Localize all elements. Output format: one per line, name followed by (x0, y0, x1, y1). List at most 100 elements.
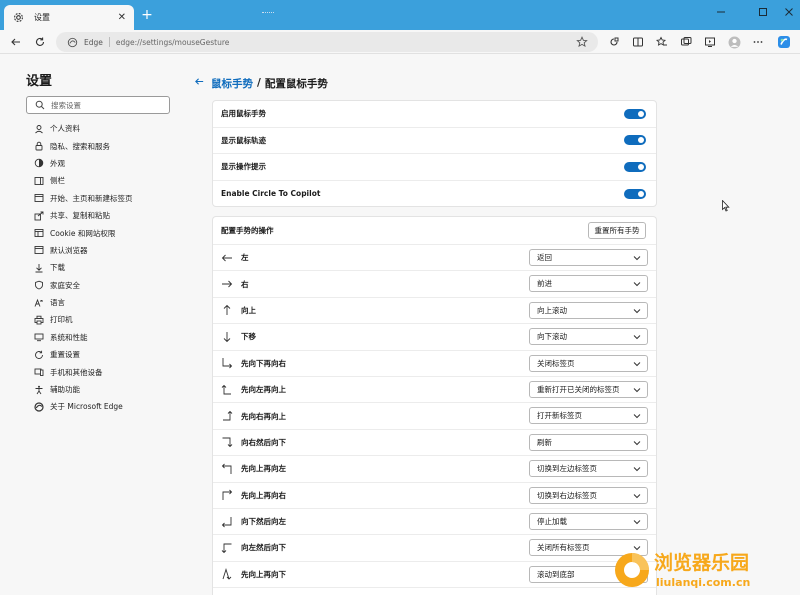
gesture-action-value: 刷新 (537, 437, 552, 447)
sidebar-item-label: 系统和性能 (50, 332, 88, 342)
gesture-row: 先向左再向上 重新打开已关闭的标签页 (213, 377, 656, 404)
sidebar-item[interactable]: 手机和其他设备 (26, 363, 176, 380)
sidebar-item-label: 默认浏览器 (50, 245, 88, 255)
sidebar-item-label: 下载 (50, 263, 65, 273)
watermark-logo-icon (612, 550, 652, 590)
mouse-cursor-icon (722, 199, 730, 212)
toggle-switch[interactable] (624, 108, 646, 119)
more-options-icon[interactable] (750, 34, 766, 50)
back-arrow-icon[interactable] (8, 34, 24, 50)
reset-icon (34, 350, 44, 360)
sidebar-item[interactable]: 外观 (26, 155, 176, 172)
copilot-icon[interactable] (776, 34, 792, 50)
language-icon (34, 298, 44, 308)
sidebar-item[interactable]: 辅助功能 (26, 381, 176, 398)
home-icon (34, 193, 44, 203)
gesture-action-select[interactable]: 关闭标签页 (529, 354, 648, 372)
sidebar-item[interactable]: 家庭安全 (26, 277, 176, 294)
down-right-icon (221, 357, 233, 369)
back-arrow-icon[interactable] (194, 76, 205, 90)
address-url[interactable]: edge://settings/mouseGesture (116, 38, 230, 47)
arrow-up-icon (221, 304, 233, 316)
sidebar-item-label: 侧栏 (50, 176, 65, 186)
sidebar-item-label: 手机和其他设备 (50, 367, 103, 377)
up-right-icon (221, 489, 233, 501)
gesture-action-select[interactable]: 返回 (529, 249, 648, 266)
tab-settings[interactable]: 设置 ✕ (4, 5, 134, 30)
favorite-star-icon[interactable] (576, 36, 588, 48)
page-title: 配置鼠标手势 (264, 77, 328, 90)
sidebar-item-label: 关于 Microsoft Edge (50, 402, 123, 412)
chevron-down-icon (633, 280, 641, 288)
screenshot-icon[interactable] (702, 34, 718, 50)
left-up-icon (221, 384, 233, 396)
watermark-en-text: liulanqi.com.cn (656, 576, 751, 589)
plus-icon[interactable]: + (140, 8, 154, 22)
gesture-row: 向上 向上滚动 (213, 298, 656, 325)
sidebar-item-label: 外观 (50, 158, 65, 168)
accessibility-icon (34, 385, 44, 395)
sidebar-item[interactable]: 开始、主页和新建标签页 (26, 190, 176, 207)
chevron-down-icon (633, 492, 641, 500)
gesture-action-select[interactable]: 停止加载 (529, 512, 648, 530)
gesture-action-select[interactable]: 打开新标签页 (529, 407, 648, 425)
gesture-action-select[interactable]: 切换到左边标签页 (529, 460, 648, 478)
gesture-action-value: 关闭标签页 (537, 358, 575, 368)
gesture-action-select[interactable]: 刷新 (529, 433, 648, 451)
chevron-down-icon (633, 307, 641, 315)
gesture-action-select[interactable]: 向下滚动 (529, 328, 648, 346)
sidebar-item[interactable]: 关于 Microsoft Edge (26, 398, 176, 415)
gear-icon (12, 12, 24, 24)
address-bar[interactable]: Edge edge://settings/mouseGesture (56, 32, 598, 52)
sidebar-item[interactable]: 重置设置 (26, 346, 176, 363)
sidebar-item[interactable]: Cookie 和网站权限 (26, 224, 176, 241)
chevron-down-icon (633, 412, 641, 420)
toggle-switch[interactable] (624, 188, 646, 199)
search-input[interactable]: 搜索设置 (26, 96, 170, 114)
gesture-action-select[interactable]: 切换到右边标签页 (529, 486, 648, 504)
chevron-down-icon (633, 254, 641, 262)
system-icon (34, 332, 44, 342)
gesture-action-select[interactable]: 向上滚动 (529, 301, 648, 319)
phone-icon (34, 367, 44, 377)
sidebar-item[interactable]: 个人资料 (26, 120, 176, 137)
gesture-action-value: 重新打开已关闭的标签页 (537, 384, 620, 394)
gesture-action-value: 向上滚动 (537, 305, 567, 315)
sidebar-item[interactable]: 侧栏 (26, 172, 176, 189)
sidebar-item-label: 共享、复制和粘贴 (50, 211, 110, 221)
cookie-icon (34, 228, 44, 238)
settings-sidebar: 设置 搜索设置 个人资料 隐私、搜索和服务 外观 侧栏 开始、主页和新建标签页 共享、复制… (26, 70, 176, 416)
gesture-action-select[interactable]: 重新打开已关闭的标签页 (529, 380, 648, 398)
refresh-icon[interactable] (32, 34, 48, 50)
toggle-label: Enable Circle To Copilot (221, 189, 321, 199)
sidebar-item[interactable]: 隐私、搜索和服务 (26, 137, 176, 154)
sidebar-item-label: 打印机 (50, 315, 73, 325)
toggle-switch[interactable] (624, 161, 646, 172)
split-screen-icon[interactable] (630, 34, 646, 50)
sidebar-item[interactable]: 共享、复制和粘贴 (26, 207, 176, 224)
gesture-action-value: 停止加载 (537, 516, 567, 526)
sidebar-item-label: Cookie 和网站权限 (50, 228, 116, 238)
favorites-icon[interactable] (654, 34, 670, 50)
toggle-settings-card: 启用鼠标手势 显示鼠标轨迹 显示操作提示 Enable Circle To Copil… (212, 100, 657, 207)
avatar[interactable] (726, 34, 742, 50)
lock-icon (34, 141, 44, 151)
toggle-switch[interactable] (624, 135, 646, 146)
sidebar-item[interactable]: 语言 (26, 294, 176, 311)
extensions-icon[interactable] (606, 34, 622, 50)
gesture-row: 向左然后向下 关闭所有标签页 (213, 535, 656, 562)
gesture-action-select[interactable]: 前进 (529, 275, 648, 293)
gesture-row: 左返回 (213, 245, 656, 272)
sidebar-item[interactable]: 系统和性能 (26, 329, 176, 346)
window-close-icon[interactable] (774, 0, 800, 24)
sidebar-item-label: 个人资料 (50, 124, 80, 134)
collections-icon[interactable] (678, 34, 694, 50)
close-icon[interactable]: ✕ (118, 12, 126, 23)
sidebar-item[interactable]: 下载 (26, 259, 176, 276)
chevron-down-icon (633, 439, 641, 447)
reset-all-gestures-button[interactable]: 重置所有手势 (588, 222, 646, 239)
breadcrumb-parent-link[interactable]: 鼠标手势 (211, 76, 253, 91)
sidebar-item[interactable]: 打印机 (26, 311, 176, 328)
minimize-icon[interactable] (706, 0, 736, 24)
sidebar-item[interactable]: 默认浏览器 (26, 242, 176, 259)
